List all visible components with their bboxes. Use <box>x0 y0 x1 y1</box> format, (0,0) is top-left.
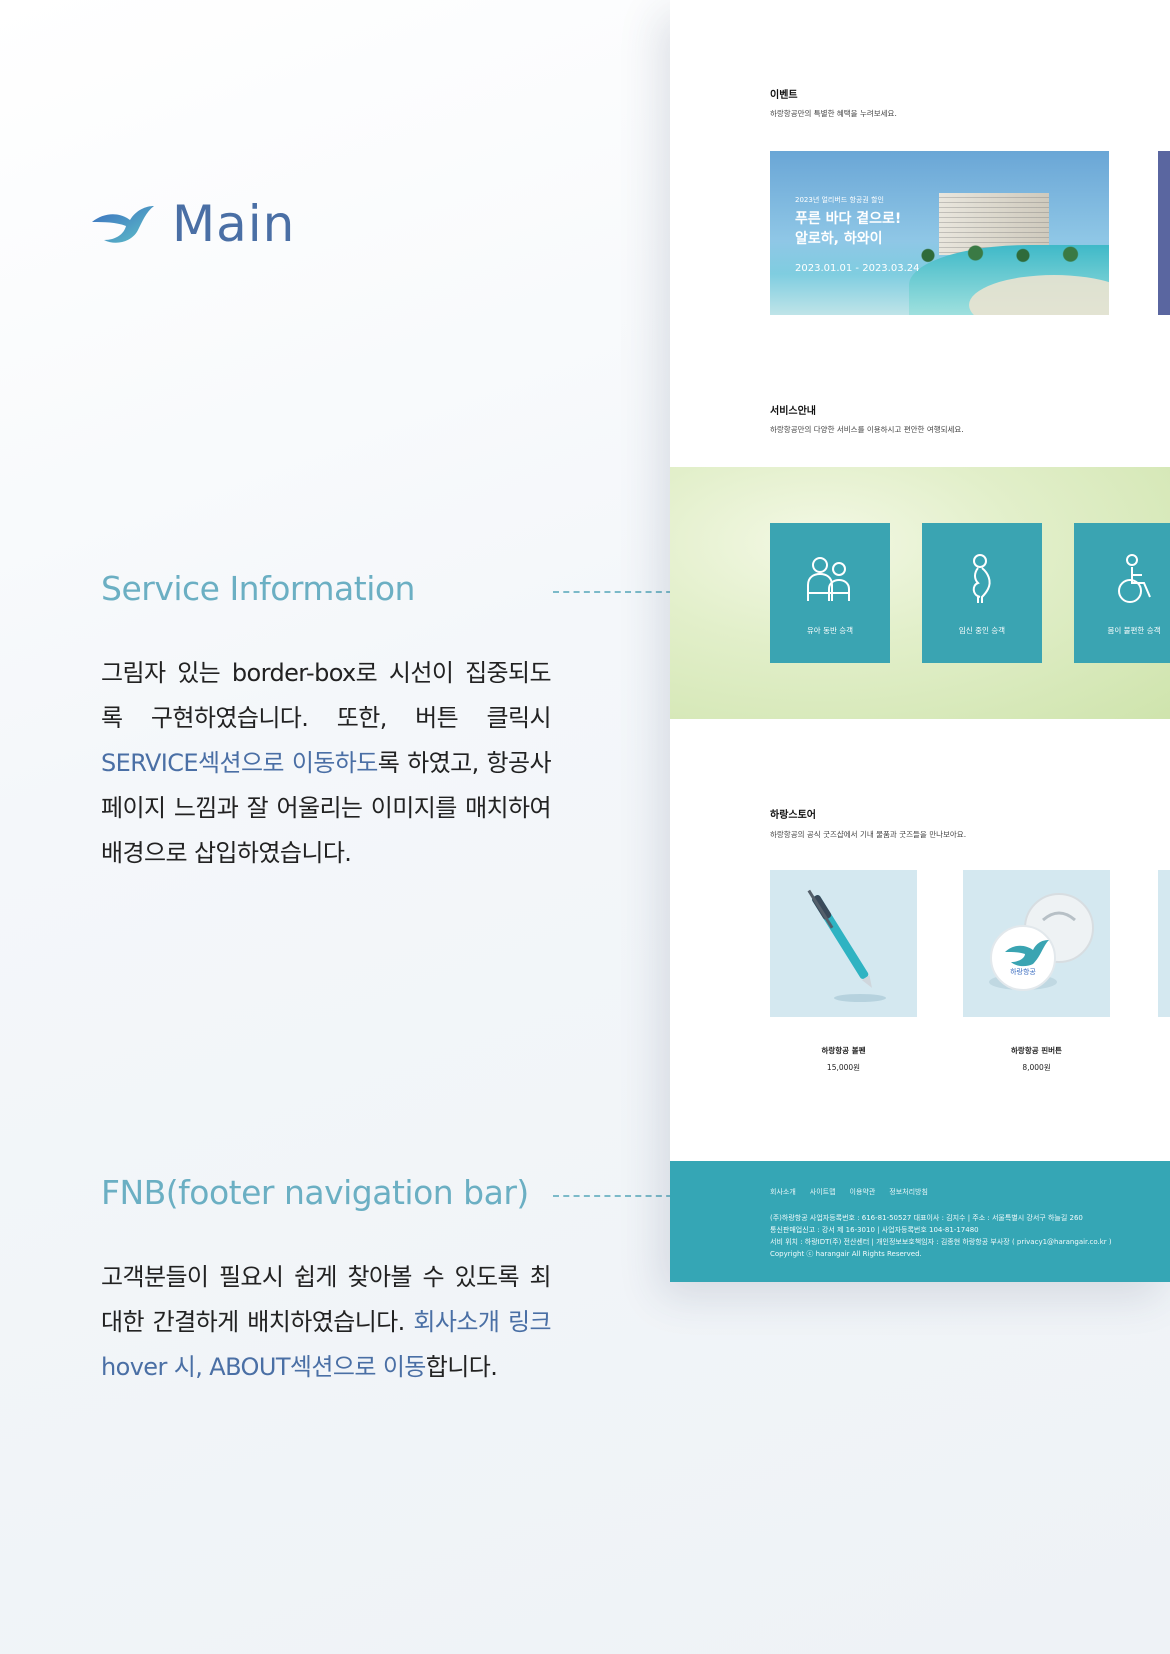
store-item-name: 하랑항공 볼펜 <box>821 1046 866 1055</box>
store-item-pin-button[interactable]: 하랑항공 <box>963 870 1110 1017</box>
note-title-fnb: FNB(footer navigation bar) <box>101 1173 529 1212</box>
store-item-next[interactable] <box>1158 870 1170 1017</box>
page-title: Main <box>172 195 296 253</box>
footer-link-privacy[interactable]: 정보처리방침 <box>889 1187 928 1197</box>
footer-link-about[interactable]: 회사소개 <box>770 1187 796 1197</box>
store-item-pen[interactable] <box>770 870 917 1017</box>
note-title-service: Service Information <box>101 569 415 608</box>
service-tile-pregnant[interactable]: 임신 중인 승객 <box>922 523 1042 663</box>
service-tile-infant[interactable]: 유아 동반 승객 <box>770 523 890 663</box>
footer-info-line: 통신판매업신고 : 강서 제 16-3010 | 사업자등록번호 104-81-… <box>770 1226 979 1234</box>
footer: 회사소개 사이트맵 이용약관 정보처리방침 (주)하랑항공 사업자등록번호 : … <box>670 1161 1170 1282</box>
footer-link-sitemap[interactable]: 사이트맵 <box>810 1187 836 1197</box>
pin-badge-text: 하랑항공 <box>1010 967 1036 976</box>
service-tile-label: 몸이 불편한 승객 <box>1107 626 1161 635</box>
footer-link-terms[interactable]: 이용약관 <box>850 1187 876 1197</box>
footer-info-line: 서비 위치 : 하랑IDT(주) 전산센터 | 개인정보보호책임자 : 김종현 … <box>770 1238 1112 1246</box>
note-text: 합니다. <box>425 1353 498 1381</box>
event-headline: 푸른 바다 곁으로! 알로하, 하와이 <box>795 211 902 247</box>
parent-child-icon <box>807 557 850 601</box>
service-tile-label: 임신 중인 승객 <box>958 626 1006 635</box>
event-section-title: 이벤트 <box>770 90 798 101</box>
store-item-price: 15,000원 <box>826 1063 861 1072</box>
service-band: 유아 동반 승객 임신 중인 승객 몸이 불편한 승객 <box>670 467 1170 719</box>
note-text: 그림자 있는 border-box로 시선이 집중되도록 구현하였습니다. 또한… <box>101 659 552 732</box>
note-body-service: 그림자 있는 border-box로 시선이 집중되도록 구현하였습니다. 또한… <box>101 651 552 876</box>
pregnant-icon <box>972 554 991 603</box>
event-next-card[interactable] <box>1158 151 1170 315</box>
page-mockup: 이벤트 하랑항공만의 특별한 혜택을 누려보세요. 2023년 얼리버드 항공권… <box>670 0 1170 1282</box>
footer-copyright: Copyright ⓒ harangair All Rights Reserve… <box>770 1250 922 1258</box>
brand-header: Main <box>90 195 295 253</box>
footer-info-line: (주)하랑항공 사업자등록번호 : 616-81-50527 대표이사 : 김지… <box>770 1214 1083 1222</box>
store-item-price: 8,000원 <box>1022 1063 1051 1072</box>
event-banner-card[interactable]: 2023년 얼리버드 항공권 할인 푸른 바다 곁으로! 알로하, 하와이 20… <box>770 151 1109 315</box>
service-tile-label: 유아 동반 승객 <box>806 626 854 635</box>
pen-image <box>807 889 886 1002</box>
footer-company-info: (주)하랑항공 사업자등록번호 : 616-81-50527 대표이사 : 김지… <box>770 1212 1112 1260</box>
logo-icon <box>92 206 154 243</box>
event-period: 2023.01.01 - 2023.03.24 <box>795 263 920 274</box>
pin-button-image: 하랑항공 <box>989 893 1094 991</box>
note-body-fnb: 고객분들이 필요시 쉽게 찾아볼 수 있도록 최대한 간결하게 배치하였습니다.… <box>101 1255 552 1390</box>
service-tile-disabled[interactable]: 몸이 불편한 승객 <box>1074 523 1170 663</box>
event-section-subtitle: 하랑항공만의 특별한 혜택을 누려보세요. <box>770 109 897 118</box>
service-section-title: 서비스안내 <box>770 406 816 417</box>
store-item-name: 하랑항공 핀버튼 <box>1011 1046 1062 1055</box>
service-section-subtitle: 하랑항공만의 다양한 서비스를 이용하시고 편안한 여행되세요. <box>770 425 964 434</box>
footer-nav: 회사소개 사이트맵 이용약관 정보처리방침 <box>770 1187 928 1197</box>
wheelchair-icon <box>1118 554 1151 603</box>
event-eyebrow: 2023년 얼리버드 항공권 할인 <box>795 196 884 204</box>
store-section-title: 하랑스토어 <box>770 810 816 821</box>
note-highlight: SERVICE섹션으로 이동하도 <box>101 749 378 777</box>
palm-trees-image <box>909 241 1099 265</box>
store-section-subtitle: 하랑항공의 공식 굿즈샵에서 기내 물품과 굿즈들을 만나보아요. <box>770 830 967 839</box>
